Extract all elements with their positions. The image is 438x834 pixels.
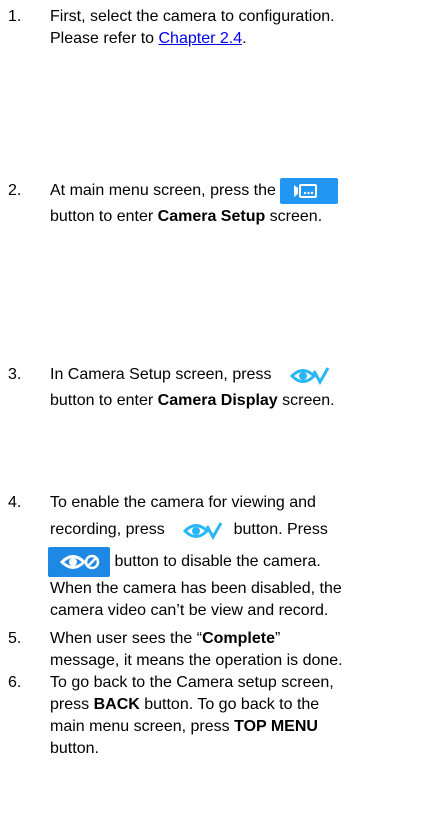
camera-display-icon: [289, 367, 330, 385]
camera-enable-button[interactable]: [169, 517, 229, 543]
step-2-number: 2.: [8, 182, 22, 199]
step-3-number: 3.: [8, 366, 22, 383]
camera-enable-icon: [183, 522, 223, 540]
camera-disable-button[interactable]: [48, 546, 110, 577]
chapter-2-4-link[interactable]: Chapter 2.4: [159, 30, 243, 47]
step-5-number: 5.: [8, 630, 22, 647]
step-1-text: Please refer to: [50, 30, 159, 47]
step-4-number: 4.: [8, 494, 22, 511]
camera-display-button[interactable]: [276, 362, 336, 388]
camera-disable-icon: [59, 554, 100, 570]
step-1-line-1: First, select the camera to configuratio…: [50, 8, 335, 25]
camera-setup-icon: [294, 183, 318, 198]
step-6-number: 6.: [8, 674, 22, 691]
step-1-number: 1.: [8, 8, 22, 25]
camera-setup-button[interactable]: [280, 177, 339, 204]
